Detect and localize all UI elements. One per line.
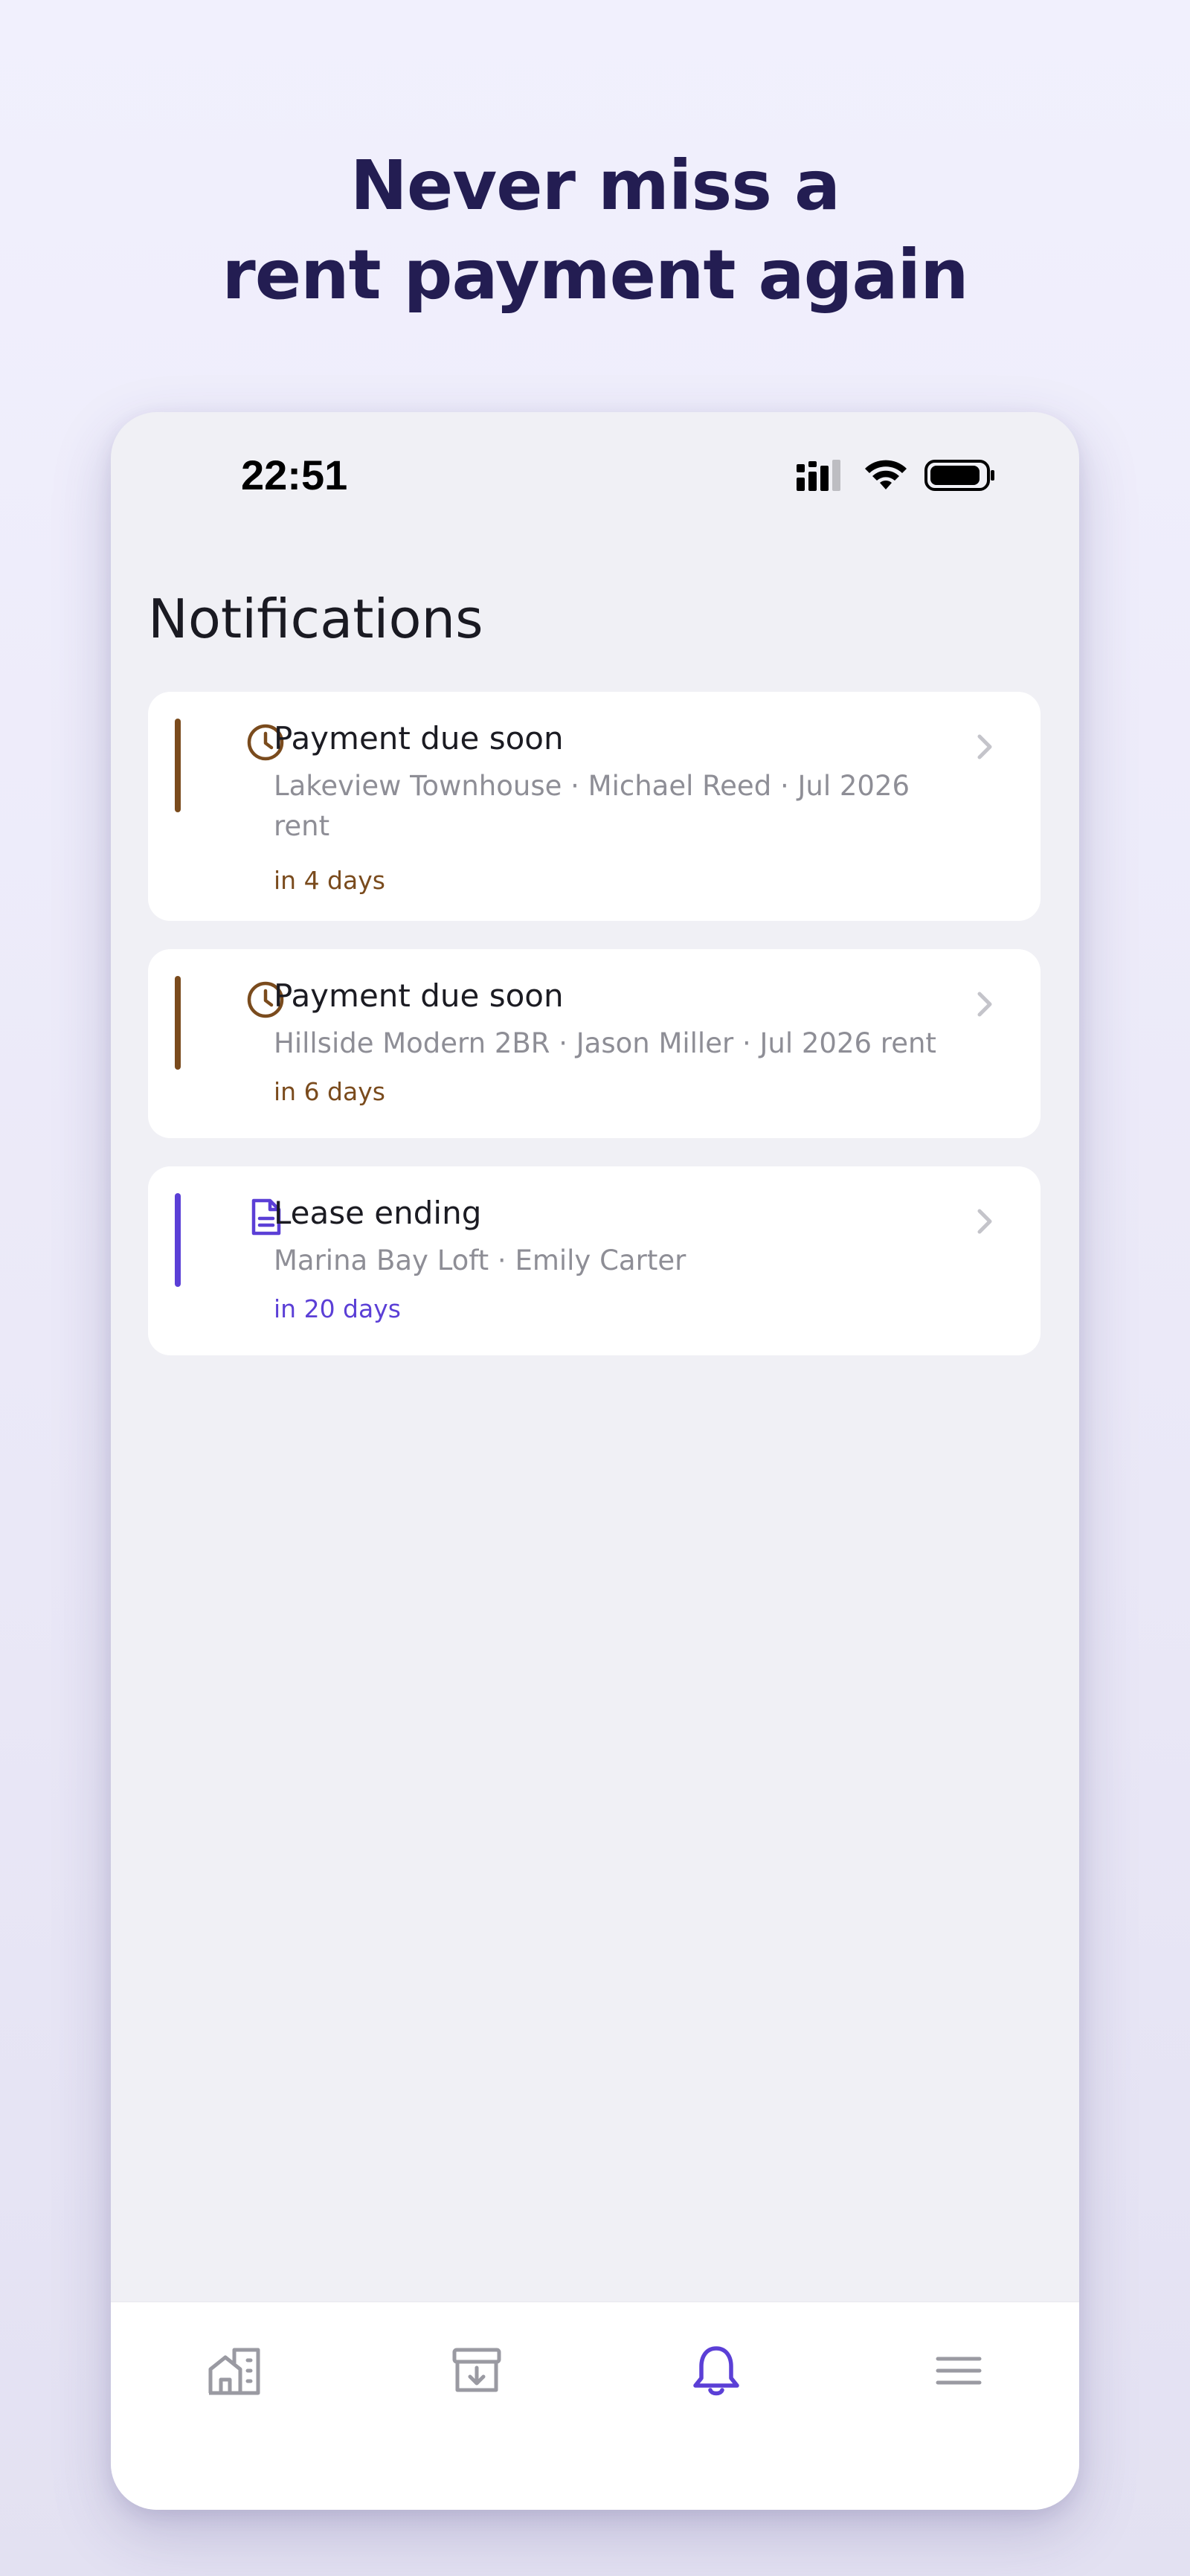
notification-card[interactable]: Payment due soon Hillside Modern 2BR · J… [148,949,1041,1138]
card-accent-bar [175,1193,181,1287]
tab-bar [111,2302,1079,2510]
notification-title: Payment due soon [274,720,564,757]
chevron-right-icon [977,734,992,759]
cellular-signal-icon [797,460,840,491]
notification-card[interactable]: Payment due soon Lakeview Townhouse · Mi… [148,692,1041,921]
status-bar: 22:51 [111,412,1079,509]
wifi-icon [865,460,907,489]
properties-icon[interactable] [205,2341,264,2400]
notification-subtitle: Lakeview Townhouse · Michael Reed · Jul … [274,770,910,842]
notification-due: in 4 days [274,866,385,895]
battery-icon [924,460,994,491]
phone-frame: 22:51 Notifications Payment due soon Lak… [111,412,1079,2510]
headline-line-1: Never miss a [350,146,840,225]
card-accent-bar [175,976,181,1070]
menu-icon[interactable] [929,2341,988,2400]
chevron-right-icon [977,1209,992,1234]
notification-due: in 6 days [274,1077,385,1106]
notification-subtitle: Hillside Modern 2BR · Jason Miller · Jul… [274,1027,936,1059]
chevron-right-icon [977,992,992,1017]
status-time: 22:51 [241,452,348,498]
headline-line-2: rent payment again [222,235,968,315]
bell-icon[interactable] [686,2341,746,2400]
notification-due: in 20 days [274,1294,401,1323]
notification-subtitle: Marina Bay Loft · Emily Carter [274,1244,686,1276]
status-icons [795,457,996,494]
notification-card[interactable]: Lease ending Marina Bay Loft · Emily Car… [148,1166,1041,1355]
archive-icon[interactable] [447,2341,506,2400]
card-accent-bar [175,719,181,812]
notification-title: Payment due soon [274,977,564,1014]
screen-title: Notifications [148,588,483,650]
notification-title: Lease ending [274,1195,482,1231]
promo-headline: Never miss a rent payment again [0,141,1190,320]
